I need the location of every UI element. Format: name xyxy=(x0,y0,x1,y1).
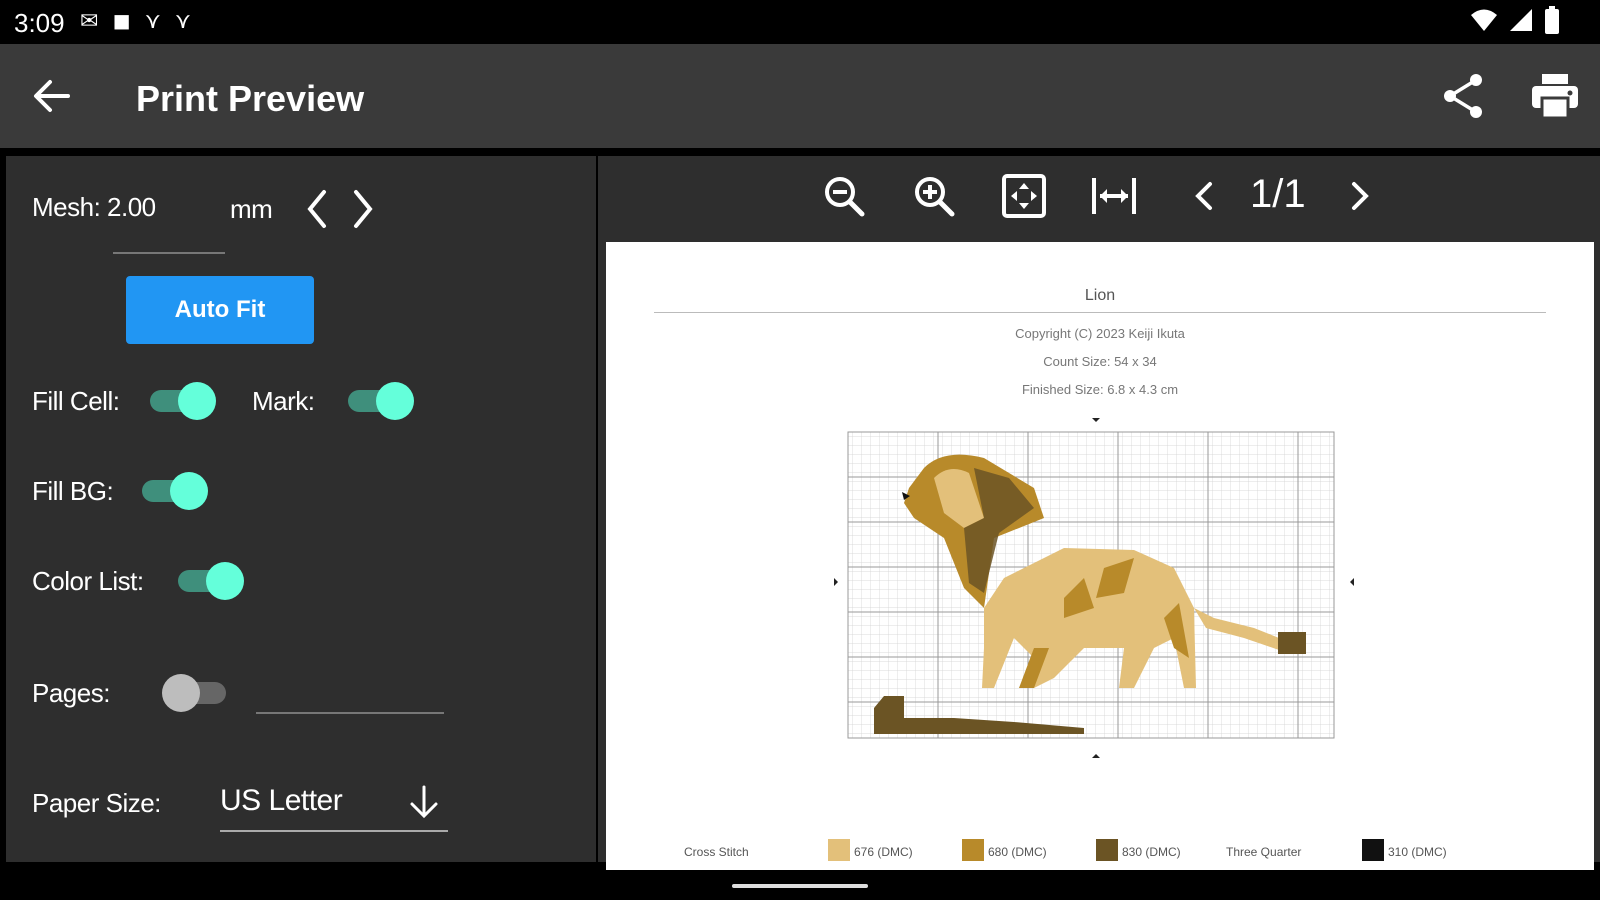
document-title: Lion xyxy=(1084,287,1116,304)
app-bar: Print Preview xyxy=(0,44,1600,148)
chevron-left-icon[interactable] xyxy=(1180,172,1228,220)
legend-swatch xyxy=(1362,839,1384,861)
zoom-in-icon[interactable] xyxy=(910,172,958,220)
fit-width-icon[interactable] xyxy=(1090,172,1138,220)
mail-icon: ✉ xyxy=(80,8,113,33)
legend-item: 680 (DMC) xyxy=(988,845,1047,859)
pages-field-underline[interactable] xyxy=(256,712,444,714)
home-gesture-handle[interactable] xyxy=(732,884,868,888)
title-rule xyxy=(654,312,1546,313)
page-title: Print Preview xyxy=(136,78,365,119)
paper-size-underline xyxy=(220,830,448,832)
fill-cell-toggle[interactable] xyxy=(148,380,218,420)
system-icons xyxy=(1470,6,1560,34)
auto-fit-button[interactable]: Auto Fit xyxy=(126,276,314,344)
color-list-label: Color List: xyxy=(32,566,144,596)
page-indicator: 1/1 xyxy=(1250,172,1306,216)
wifi-icon xyxy=(1471,9,1497,31)
paper-size-label: Paper Size: xyxy=(32,788,161,818)
fit-page-icon[interactable] xyxy=(1000,172,1048,220)
print-page: Lion Copyright (C) 2023 Keiji Ikuta Coun… xyxy=(606,242,1594,872)
a-icon: ◼ xyxy=(112,8,145,33)
zoom-out-icon[interactable] xyxy=(820,172,868,220)
dropdown-arrow-icon[interactable] xyxy=(406,784,442,820)
legend-item: 830 (DMC) xyxy=(1122,845,1181,859)
mesh-unit: mm xyxy=(230,194,273,224)
mesh-increase-icon[interactable] xyxy=(348,188,378,230)
mark-label: Mark: xyxy=(252,386,315,416)
fill-bg-toggle[interactable] xyxy=(140,470,210,510)
finished-size-text: Finished Size: 6.8 x 4.3 cm xyxy=(1021,382,1179,397)
color-list-toggle[interactable] xyxy=(176,560,246,600)
copyright-text: Copyright (C) 2023 Keiji Ikuta xyxy=(1015,326,1185,341)
print-icon[interactable] xyxy=(1530,72,1580,120)
navigation-bar xyxy=(0,870,1600,900)
pattern-chart xyxy=(834,418,1354,758)
share-icon[interactable] xyxy=(1440,72,1488,120)
pages-label: Pages: xyxy=(32,678,110,708)
status-bar: 3:09 ✉◼⋎⋎ xyxy=(0,0,1600,44)
settings-panel xyxy=(6,156,596,862)
notification-icons: ✉◼⋎⋎ xyxy=(80,8,205,34)
signal-icon xyxy=(1510,9,1532,31)
legend-item: 310 (DMC) xyxy=(1388,845,1447,859)
pages-toggle[interactable] xyxy=(162,672,232,712)
chevron-right-icon[interactable] xyxy=(1336,172,1384,220)
count-size-text: Count Size: 54 x 34 xyxy=(1043,354,1157,369)
legend-three-quarter: Three Quarter xyxy=(1226,845,1302,859)
fill-cell-label: Fill Cell: xyxy=(32,386,120,416)
legend-swatch xyxy=(1096,839,1118,861)
color-legend: Cross Stitch 676 (DMC) 680 (DMC) 830 (DM… xyxy=(606,839,1594,865)
paper-size-value[interactable]: US Letter xyxy=(220,784,343,818)
legend-swatch xyxy=(962,839,984,861)
mesh-decrease-icon[interactable] xyxy=(302,188,332,230)
legend-item: 676 (DMC) xyxy=(854,845,913,859)
mesh-field-underline[interactable] xyxy=(113,252,225,254)
mark-toggle[interactable] xyxy=(346,380,416,420)
network-icon: ⋎ xyxy=(174,8,205,33)
network-icon: ⋎ xyxy=(144,8,175,33)
status-time: 3:09 xyxy=(14,8,65,38)
legend-cross-stitch: Cross Stitch xyxy=(684,845,749,859)
battery-icon xyxy=(1545,6,1559,34)
legend-swatch xyxy=(828,839,850,861)
mesh-label: Mesh: 2.00 xyxy=(32,192,156,222)
back-arrow-icon[interactable] xyxy=(28,74,76,118)
fill-bg-label: Fill BG: xyxy=(32,476,114,506)
